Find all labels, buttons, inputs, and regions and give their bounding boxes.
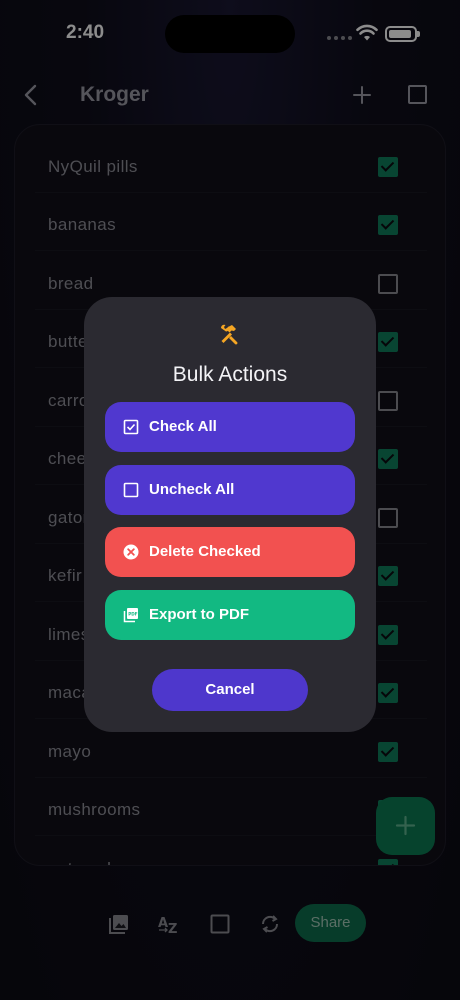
checkbox-blank-icon [123, 482, 139, 498]
pdf-file-icon: PDF [123, 608, 138, 623]
close-circle-icon [123, 544, 139, 560]
checkbox-marked-icon [123, 419, 139, 435]
hammer-wrench-icon [220, 324, 238, 345]
check-all-button[interactable]: Check All [105, 402, 355, 452]
export-pdf-label: Export to PDF [149, 606, 249, 623]
delete-checked-button[interactable]: Delete Checked [105, 527, 355, 577]
uncheck-all-button[interactable]: Uncheck All [105, 465, 355, 515]
uncheck-all-label: Uncheck All [149, 481, 235, 498]
dialog-title: Bulk Actions [172, 363, 288, 386]
cancel-button[interactable]: Cancel [152, 669, 308, 711]
check-all-label: Check All [149, 418, 217, 435]
delete-checked-label: Delete Checked [149, 543, 261, 560]
bulk-actions-dialog: Bulk Actions Check All Uncheck All Delet… [84, 297, 376, 732]
svg-text:PDF: PDF [128, 612, 138, 617]
export-pdf-button[interactable]: PDF Export to PDF [105, 590, 355, 640]
